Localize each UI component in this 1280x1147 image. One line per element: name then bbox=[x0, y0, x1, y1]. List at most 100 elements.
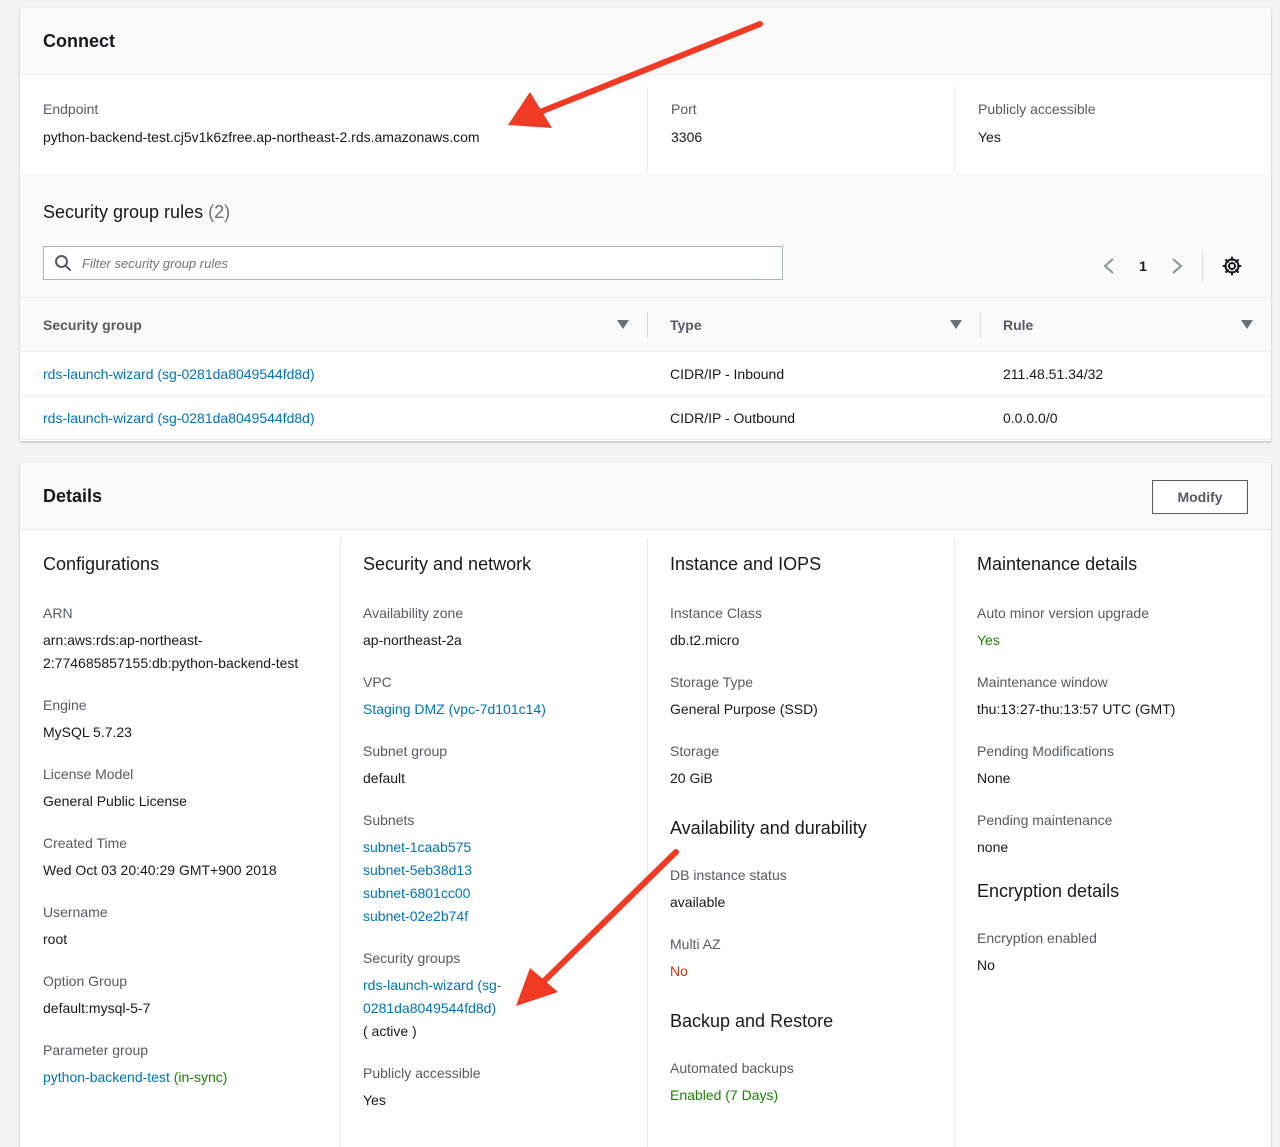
engine-label: Engine bbox=[43, 697, 87, 713]
subnet-link[interactable]: subnet-5eb38d13 bbox=[363, 862, 472, 878]
security-group-link[interactable]: rds-launch-wizard (sg- 0281da8049544fd8d) bbox=[363, 977, 501, 1016]
net-public-label: Publicly accessible bbox=[363, 1065, 481, 1081]
pager-divider bbox=[1202, 251, 1203, 281]
encryption-value: No bbox=[977, 957, 995, 973]
license-value: General Public License bbox=[43, 793, 187, 809]
endpoint-label: Endpoint bbox=[43, 101, 99, 117]
net-public-value: Yes bbox=[363, 1092, 386, 1108]
table-row: rds-launch-wizard (sg-0281da8049544fd8d)… bbox=[20, 351, 1271, 396]
col-header-security-group[interactable]: Security group bbox=[20, 297, 647, 352]
instance-class-value: db.t2.micro bbox=[670, 632, 740, 648]
storage-label: Storage bbox=[670, 743, 720, 759]
port-value: 3306 bbox=[671, 129, 703, 145]
created-value: Wed Oct 03 20:40:29 GMT+900 2018 bbox=[43, 862, 277, 878]
auto-minor-label: Auto minor version upgrade bbox=[977, 605, 1149, 621]
db-status-label: DB instance status bbox=[670, 867, 787, 883]
param-group-label: Parameter group bbox=[43, 1042, 149, 1058]
next-page-button[interactable] bbox=[1160, 254, 1194, 278]
sg-rules-table: Security group Type Rule rds-launch-wiza… bbox=[20, 297, 1271, 440]
sg-rules-count: (2) bbox=[208, 202, 231, 222]
prev-page-button[interactable] bbox=[1092, 254, 1126, 278]
encryption-heading: Encryption details bbox=[977, 881, 1120, 901]
sort-triangle-icon[interactable] bbox=[950, 320, 962, 329]
username-label: Username bbox=[43, 904, 108, 920]
settings-button[interactable] bbox=[1215, 254, 1249, 278]
availability-heading: Availability and durability bbox=[670, 818, 867, 838]
rule-cidr: 211.48.51.34/32 bbox=[980, 351, 1271, 396]
az-label: Availability zone bbox=[363, 605, 464, 621]
multi-az-label: Multi AZ bbox=[670, 936, 721, 952]
details-header: Details Modify bbox=[20, 463, 1271, 530]
search-icon bbox=[55, 255, 71, 271]
option-group-label: Option Group bbox=[43, 973, 128, 989]
public-label: Publicly accessible bbox=[978, 101, 1096, 117]
subnets-label: Subnets bbox=[363, 812, 415, 828]
subnet-group-label: Subnet group bbox=[363, 743, 448, 759]
port-label: Port bbox=[671, 101, 697, 117]
sg-table-header-row: Security group Type Rule bbox=[20, 297, 1271, 352]
gear-icon bbox=[1222, 256, 1242, 276]
encryption-label: Encryption enabled bbox=[977, 930, 1097, 946]
arn-label: ARN bbox=[43, 605, 73, 621]
connect-header: Connect bbox=[20, 8, 1271, 75]
sort-triangle-icon[interactable] bbox=[617, 320, 629, 329]
connect-title: Connect bbox=[43, 30, 115, 51]
auto-backup-label: Automated backups bbox=[670, 1060, 794, 1076]
az-value: ap-northeast-2a bbox=[363, 632, 462, 648]
sg-filter-input[interactable] bbox=[82, 255, 762, 271]
subnet-link[interactable]: subnet-02e2b74f bbox=[363, 908, 468, 924]
db-status-value: available bbox=[670, 894, 726, 910]
col-header-type[interactable]: Type bbox=[647, 297, 980, 352]
maint-window-label: Maintenance window bbox=[977, 674, 1108, 690]
option-group-value: default:mysql-5-7 bbox=[43, 1000, 151, 1016]
subnet-link[interactable]: subnet-1caab575 bbox=[363, 839, 471, 855]
current-page[interactable]: 1 bbox=[1126, 258, 1160, 274]
security-groups-label: Security groups bbox=[363, 950, 461, 966]
configurations-column: Configurations ARN arn:aws:rds:ap-northe… bbox=[20, 538, 340, 1147]
license-label: License Model bbox=[43, 766, 134, 782]
instance-class-label: Instance Class bbox=[670, 605, 762, 621]
sg-filter-box[interactable] bbox=[43, 246, 783, 280]
table-row: rds-launch-wizard (sg-0281da8049544fd8d)… bbox=[20, 395, 1271, 440]
param-group-link[interactable]: python-backend-test bbox=[43, 1069, 170, 1085]
public-column: Publicly accessible Yes bbox=[954, 87, 1271, 173]
details-columns: Configurations ARN arn:aws:rds:ap-northe… bbox=[20, 530, 1271, 1147]
arn-value: arn:aws:rds:ap-northeast- 2:774685857155:… bbox=[43, 632, 299, 671]
engine-value: MySQL 5.7.23 bbox=[43, 724, 132, 740]
endpoint-row: Endpoint python-backend-test.cj5v1k6zfre… bbox=[20, 75, 1271, 173]
sg-rules-title: Security group rules (2) bbox=[43, 202, 230, 223]
sort-triangle-icon[interactable] bbox=[1241, 320, 1253, 329]
storage-type-label: Storage Type bbox=[670, 674, 754, 690]
sg-link[interactable]: rds-launch-wizard (sg-0281da8049544fd8d) bbox=[43, 366, 315, 382]
auto-backup-value: Enabled (7 Days) bbox=[670, 1087, 779, 1103]
details-panel: Details Modify Configurations ARN arn:aw… bbox=[20, 463, 1271, 1147]
username-value: root bbox=[43, 931, 68, 947]
pending-maint-value: none bbox=[977, 839, 1009, 855]
security-network-column: Security and network Availability zone a… bbox=[340, 538, 647, 1147]
endpoint-column: Endpoint python-backend-test.cj5v1k6zfre… bbox=[20, 87, 647, 173]
public-value: Yes bbox=[978, 129, 1001, 145]
backup-heading: Backup and Restore bbox=[670, 1011, 834, 1031]
col-header-rule[interactable]: Rule bbox=[980, 297, 1271, 352]
maint-window-value: thu:13:27-thu:13:57 UTC (GMT) bbox=[977, 701, 1176, 717]
pending-mod-label: Pending Modifications bbox=[977, 743, 1114, 759]
sg-link[interactable]: rds-launch-wizard (sg-0281da8049544fd8d) bbox=[43, 410, 315, 426]
security-network-heading: Security and network bbox=[363, 554, 532, 574]
vpc-label: VPC bbox=[363, 674, 392, 690]
details-title: Details bbox=[43, 485, 103, 506]
vpc-link[interactable]: Staging DMZ (vpc-7d101c14) bbox=[363, 701, 546, 717]
subnet-link[interactable]: subnet-6801cc00 bbox=[363, 885, 470, 901]
rule-type: CIDR/IP - Outbound bbox=[647, 395, 980, 440]
modify-button[interactable]: Modify bbox=[1152, 480, 1248, 514]
created-label: Created Time bbox=[43, 835, 128, 851]
param-group-value: python-backend-test (in-sync) bbox=[43, 1066, 317, 1089]
chevron-left-icon bbox=[1103, 258, 1114, 274]
endpoint-value: python-backend-test.cj5v1k6zfree.ap-nort… bbox=[43, 129, 480, 145]
multi-az-value: No bbox=[670, 963, 688, 979]
port-column: Port 3306 bbox=[647, 87, 954, 173]
maintenance-heading: Maintenance details bbox=[977, 554, 1138, 574]
sg-rules-title-text: Security group rules bbox=[43, 202, 204, 222]
pending-mod-value: None bbox=[977, 770, 1011, 786]
configurations-heading: Configurations bbox=[43, 554, 160, 574]
auto-minor-value: Yes bbox=[977, 632, 1000, 648]
